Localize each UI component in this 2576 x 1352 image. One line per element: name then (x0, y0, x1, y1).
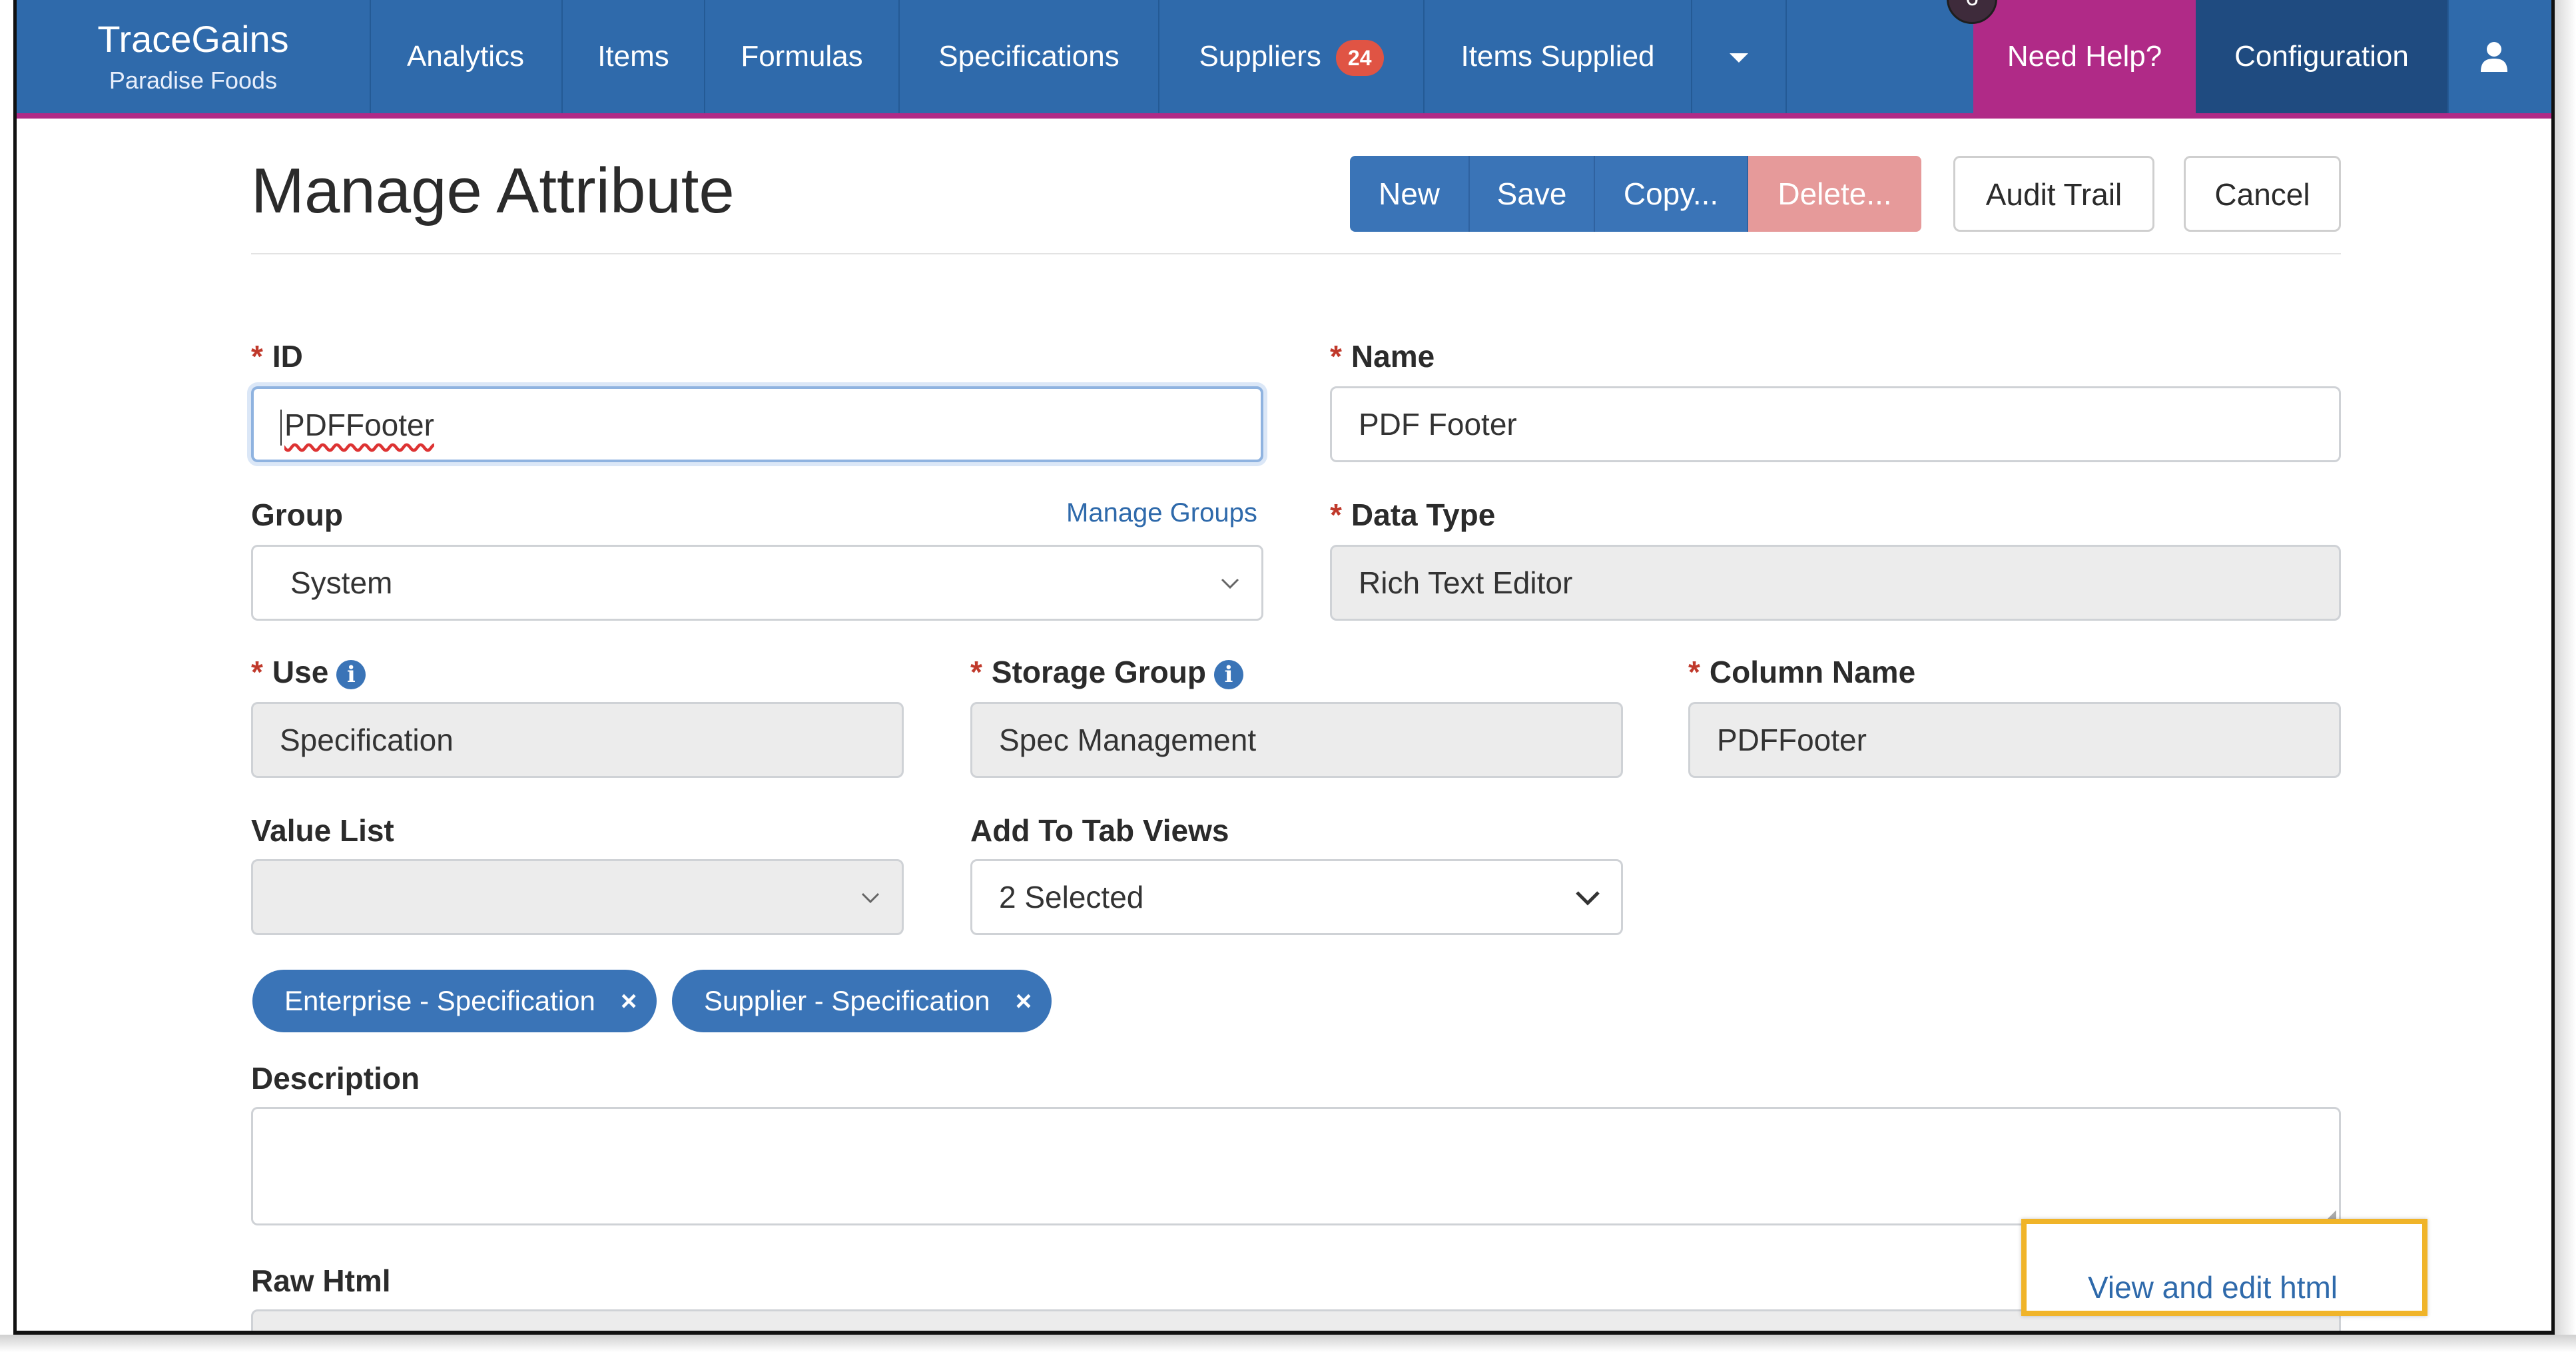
info-icon[interactable]: i (336, 659, 366, 689)
raw-html-label: Raw Html (251, 1263, 391, 1298)
id-input[interactable]: PDFFooter (251, 386, 1263, 462)
column-name-label: * Column Name (1688, 654, 1915, 690)
view-edit-html-link[interactable]: View and edit html (2088, 1269, 2338, 1305)
save-button[interactable]: Save (1470, 156, 1595, 232)
cancel-button[interactable]: Cancel (2184, 156, 2341, 232)
nav-item-label: Items (597, 40, 669, 73)
storage-group-label-text: Storage Group (991, 655, 1206, 689)
page-title: Manage Attribute (251, 155, 735, 226)
required-marker: * (251, 655, 263, 689)
required-marker: * (970, 655, 982, 689)
brand-subtitle: Paradise Foods (109, 67, 278, 94)
tab-views-multiselect[interactable]: 2 Selected (970, 859, 1623, 935)
text-cursor (280, 409, 282, 446)
chevron-down-icon (1221, 578, 1239, 589)
configuration-label: Configuration (2234, 40, 2409, 73)
data-type-value: Rich Text Editor (1359, 565, 1573, 600)
nav-item-formulas[interactable]: Formulas (705, 0, 900, 113)
info-icon[interactable]: i (1213, 659, 1243, 689)
close-icon[interactable]: × (1016, 985, 1032, 1016)
nav-item-label: Suppliers (1199, 40, 1321, 73)
use-field: Specification (251, 702, 904, 778)
manage-groups-link[interactable]: Manage Groups (1066, 498, 1257, 528)
id-input-value: PDFFooter (284, 408, 434, 442)
caret-down-icon (1730, 53, 1748, 63)
group-select-value: System (290, 565, 393, 600)
name-label-text: Name (1351, 339, 1435, 374)
chevron-down-icon (1576, 891, 1600, 906)
storage-group-field: Spec Management (970, 702, 1623, 778)
nav-item-specifications[interactable]: Specifications (900, 0, 1159, 113)
required-marker: * (1330, 339, 1342, 374)
audit-trail-button[interactable]: Audit Trail (1953, 156, 2154, 232)
group-label: Group (251, 498, 343, 532)
nav-item-label: Analytics (406, 40, 525, 73)
tab-views-value: 2 Selected (999, 880, 1144, 914)
need-help-label: Need Help? (2007, 40, 2162, 73)
suppliers-count-badge: 24 (1335, 40, 1384, 77)
nav-item-items[interactable]: Items (563, 0, 705, 113)
column-name-label-text: Column Name (1709, 655, 1916, 689)
window-shadow-right (2555, 0, 2576, 1352)
use-label-text: Use (272, 655, 329, 689)
storage-group-value: Spec Management (999, 723, 1257, 757)
description-label: Description (251, 1061, 420, 1096)
id-label: * ID (251, 338, 303, 374)
name-label: * Name (1330, 338, 1435, 374)
column-name-value: PDFFooter (1717, 723, 1867, 757)
data-type-field: Rich Text Editor (1330, 545, 2341, 621)
user-menu-button[interactable] (2447, 0, 2542, 113)
close-icon[interactable]: × (621, 985, 637, 1016)
storage-group-label: * Storage Group i (970, 654, 1243, 690)
required-marker: * (251, 339, 263, 374)
chevron-down-icon (861, 892, 880, 904)
nav-item-items-supplied[interactable]: Items Supplied (1425, 0, 1692, 113)
chip-label: Supplier - Specification (704, 985, 990, 1016)
value-list-select[interactable] (251, 859, 904, 935)
new-button[interactable]: New (1350, 156, 1470, 232)
value-list-label: Value List (251, 813, 394, 848)
need-help-button[interactable]: Need Help? (1973, 0, 2196, 113)
required-marker: * (1688, 655, 1700, 689)
app-window: TraceGains Paradise Foods Analytics Item… (13, 0, 2555, 1335)
data-type-label: * Data Type (1330, 497, 1495, 533)
id-label-text: ID (272, 339, 303, 374)
top-navbar: TraceGains Paradise Foods Analytics Item… (17, 0, 2551, 119)
nav-item-label: Specifications (938, 40, 1120, 73)
description-textarea[interactable] (251, 1107, 2341, 1225)
name-input[interactable]: PDF Footer (1330, 386, 2341, 462)
chip-label: Enterprise - Specification (284, 985, 595, 1016)
nav-item-analytics[interactable]: Analytics (370, 0, 563, 113)
nav-item-label: Items Supplied (1460, 40, 1655, 73)
highlight-callout: View and edit html (2021, 1219, 2427, 1316)
use-label: * Use i (251, 654, 366, 690)
action-button-group: New Save Copy... Delete... (1350, 156, 1921, 232)
user-icon (2481, 42, 2507, 72)
configuration-nav-item[interactable]: Configuration (2196, 0, 2447, 113)
use-value: Specification (280, 723, 454, 757)
delete-button[interactable]: Delete... (1748, 156, 1921, 232)
brand[interactable]: TraceGains Paradise Foods (17, 0, 371, 113)
header-divider (251, 253, 2341, 254)
data-type-label-text: Data Type (1351, 498, 1496, 532)
nav-item-suppliers[interactable]: Suppliers 24 (1159, 0, 1425, 113)
copy-button[interactable]: Copy... (1595, 156, 1748, 232)
brand-title: TraceGains (97, 18, 289, 60)
tab-views-label: Add To Tab Views (970, 813, 1229, 848)
window-shadow-bottom (0, 1335, 2576, 1352)
required-marker: * (1330, 498, 1342, 532)
column-name-field: PDFFooter (1688, 702, 2341, 778)
tab-view-chip: Supplier - Specification × (672, 970, 1052, 1032)
group-select[interactable]: System (251, 545, 1263, 621)
nav-more-dropdown[interactable] (1692, 0, 1787, 113)
name-input-value: PDF Footer (1359, 407, 1517, 442)
nav-item-label: Formulas (741, 40, 863, 73)
tab-view-chip: Enterprise - Specification × (252, 970, 657, 1032)
